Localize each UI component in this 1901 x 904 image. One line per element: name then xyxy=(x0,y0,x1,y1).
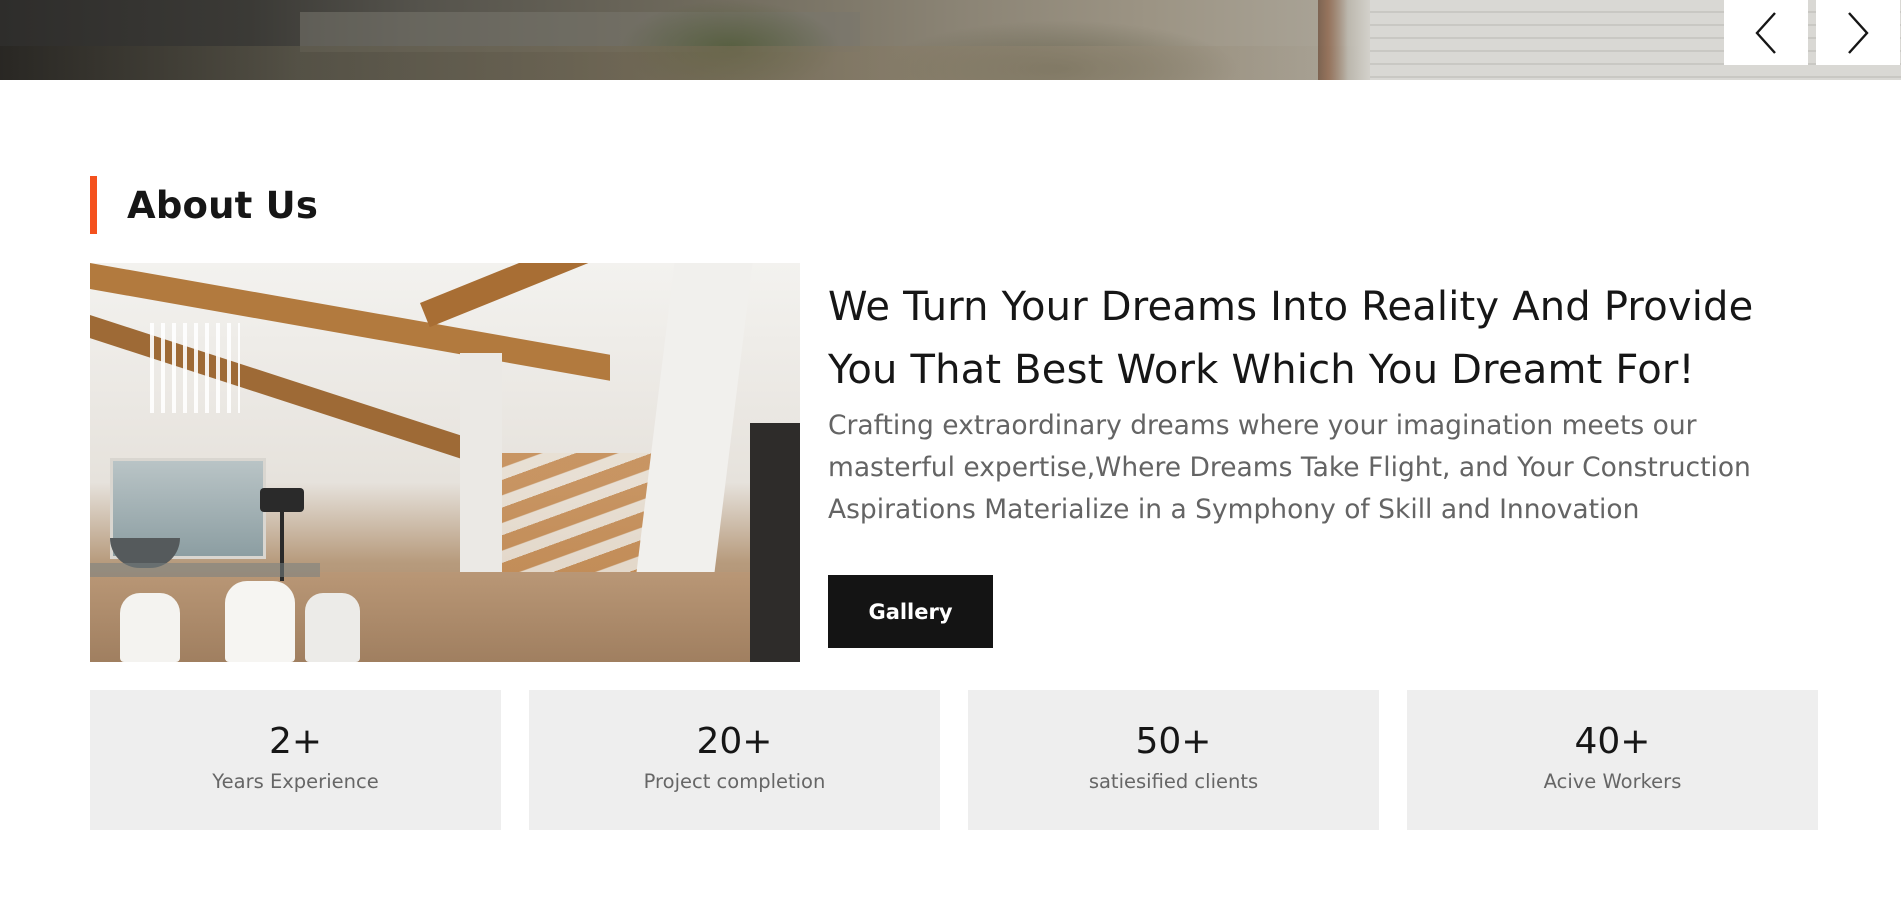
stat-value: 20+ xyxy=(696,721,773,762)
stat-card: 50+ satiesified clients xyxy=(968,690,1379,830)
gallery-button[interactable]: Gallery xyxy=(828,575,993,648)
hero-slider-image xyxy=(0,0,1901,80)
stat-value: 50+ xyxy=(1135,721,1212,762)
stat-label: Years Experience xyxy=(212,770,379,793)
dining-chair xyxy=(120,593,180,662)
heading-accent-bar xyxy=(90,176,97,234)
slider-prev-button[interactable] xyxy=(1724,0,1808,65)
about-text-block: We Turn Your Dreams Into Reality And Pro… xyxy=(828,276,1828,531)
interior-door xyxy=(750,423,800,662)
section-title: About Us xyxy=(127,183,319,227)
about-interior-image xyxy=(90,263,800,662)
slider-next-button[interactable] xyxy=(1816,0,1900,65)
dining-chair xyxy=(225,581,295,662)
dining-chair xyxy=(305,593,360,662)
stat-value: 40+ xyxy=(1574,721,1651,762)
stat-card: 40+ Acive Workers xyxy=(1407,690,1818,830)
dining-table xyxy=(90,563,320,577)
floor-lamp xyxy=(260,488,304,512)
stat-label: Acive Workers xyxy=(1543,770,1682,793)
section-heading: About Us xyxy=(90,176,318,234)
hero-railing xyxy=(1318,0,1358,80)
stat-label: Project completion xyxy=(643,770,826,793)
about-headline: We Turn Your Dreams Into Reality And Pro… xyxy=(828,284,1754,393)
chevron-left-icon xyxy=(1755,11,1776,54)
interior-floor xyxy=(90,572,800,662)
stat-card: 20+ Project completion xyxy=(529,690,940,830)
stat-value: 2+ xyxy=(268,721,323,762)
stat-card: 2+ Years Experience xyxy=(90,690,501,830)
stat-label: satiesified clients xyxy=(1088,770,1259,793)
chevron-right-icon xyxy=(1848,11,1869,54)
about-description: Crafting extraordinary dreams where your… xyxy=(828,410,1751,525)
chandelier xyxy=(150,323,240,413)
